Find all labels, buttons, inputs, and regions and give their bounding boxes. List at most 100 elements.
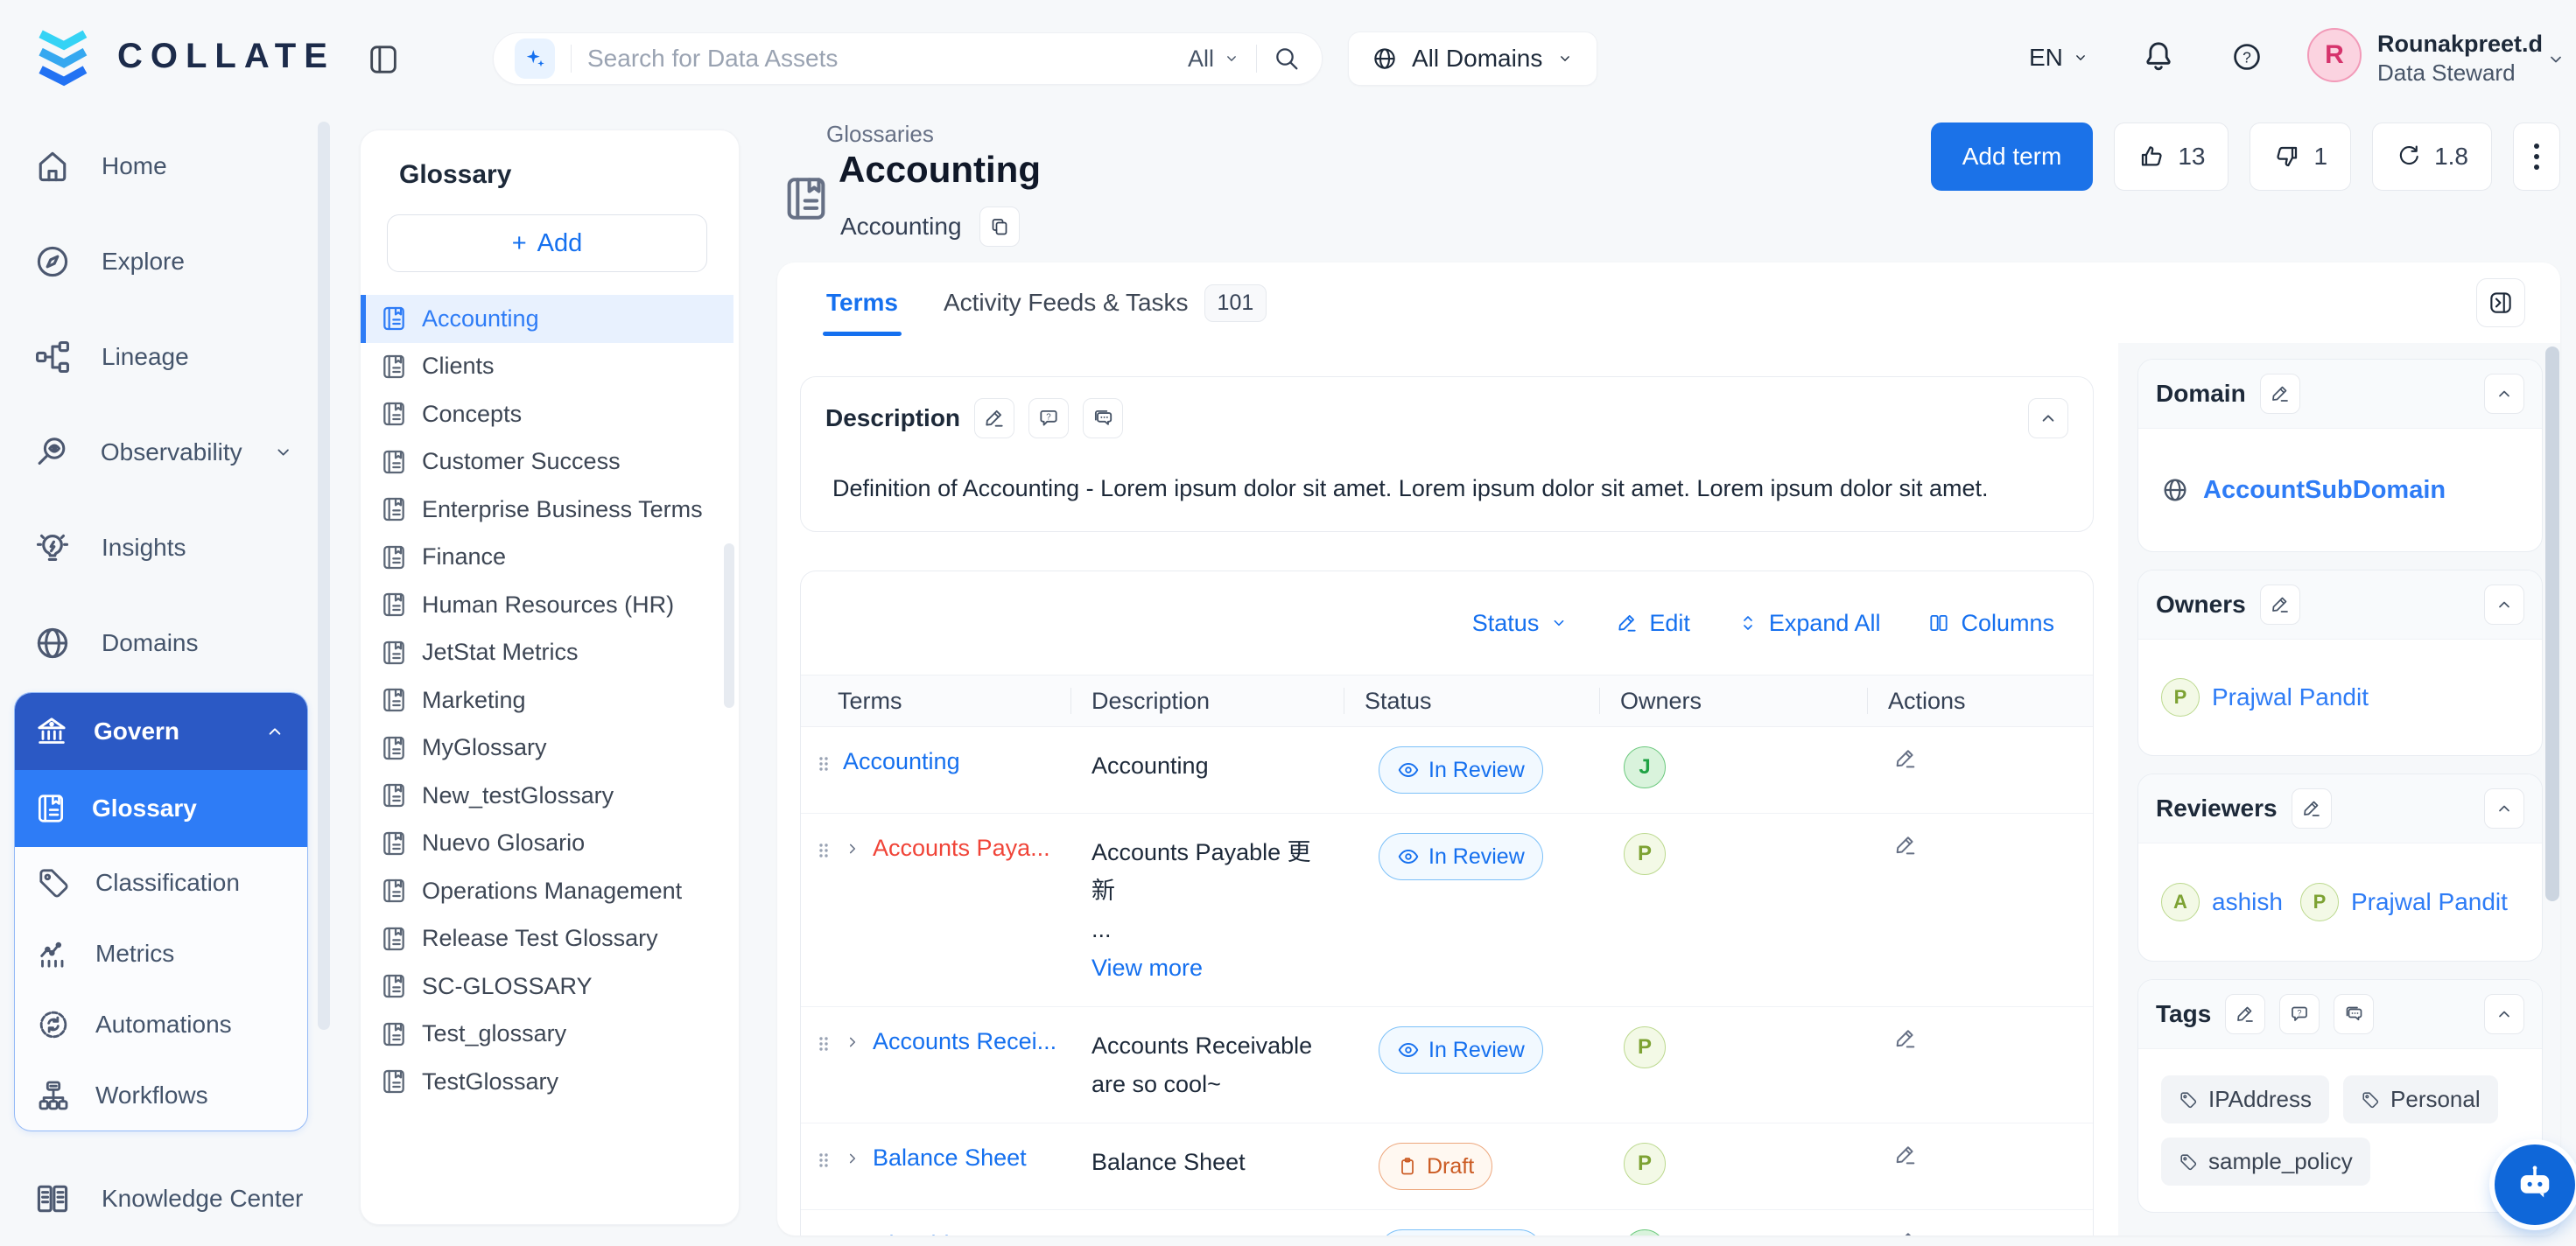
glossary-item[interactable]: MyGlossary xyxy=(361,724,733,773)
status-badge[interactable]: In Review xyxy=(1379,833,1543,880)
edit-term-icon[interactable] xyxy=(1893,1026,1918,1051)
edit-term-icon[interactable] xyxy=(1893,746,1918,771)
glossary-item[interactable]: Clients xyxy=(361,343,733,391)
expand-row-icon[interactable] xyxy=(843,839,862,858)
chevron-down-icon[interactable] xyxy=(272,441,294,464)
copy-button[interactable] xyxy=(979,206,1020,247)
collapse-right-panel-button[interactable] xyxy=(2476,278,2525,327)
sidebar-item-govern[interactable]: Govern xyxy=(15,693,307,770)
edit-owners-button[interactable] xyxy=(2260,584,2300,625)
tag-chip[interactable]: IPAddress xyxy=(2161,1075,2329,1124)
sidebar-item-lineage[interactable]: Lineage xyxy=(0,309,320,404)
glossary-item[interactable]: JetStat Metrics xyxy=(361,629,733,677)
description-conversation-button[interactable] xyxy=(1083,398,1123,438)
column-header-actions[interactable]: Actions xyxy=(1867,676,2093,726)
glossary-item[interactable]: Customer Success xyxy=(361,438,733,486)
glossary-item[interactable]: Test_glossary xyxy=(361,1011,733,1059)
term-link[interactable]: Accounts Recei... xyxy=(873,1028,1056,1055)
status-badge[interactable]: In Review xyxy=(1379,1229,1543,1236)
user-menu-chevron-icon[interactable] xyxy=(2545,49,2566,70)
sidebar-scrollbar[interactable] xyxy=(318,122,330,1030)
add-term-button[interactable]: Add term xyxy=(1931,122,2094,191)
user-menu[interactable]: Rounakpreet.d Data Steward xyxy=(2377,30,2543,88)
drag-handle-icon[interactable] xyxy=(815,1033,832,1054)
tag-chip[interactable]: sample_policy xyxy=(2161,1138,2370,1186)
collate-logo[interactable]: COLLATE xyxy=(30,24,335,88)
glossary-item[interactable]: SC-GLOSSARY xyxy=(361,962,733,1011)
language-dropdown[interactable]: EN xyxy=(2029,44,2089,72)
owner-avatar[interactable]: J xyxy=(1624,746,1666,788)
user-avatar[interactable]: R xyxy=(2307,28,2362,82)
edit-term-icon[interactable] xyxy=(1893,1229,1918,1236)
help-icon[interactable]: ? xyxy=(2230,40,2264,74)
glossary-list-scrollbar[interactable] xyxy=(724,543,734,708)
owner-avatar[interactable]: P xyxy=(1624,1143,1666,1185)
sidebar-item-automations[interactable]: Automations xyxy=(15,989,307,1060)
status-badge[interactable]: In Review xyxy=(1379,746,1543,794)
edit-description-button[interactable] xyxy=(974,398,1014,438)
glossary-item[interactable]: Human Resources (HR) xyxy=(361,581,733,629)
column-header-status[interactable]: Status xyxy=(1344,676,1599,726)
search-scope-dropdown[interactable]: All xyxy=(1188,46,1240,73)
search-input[interactable]: Search for Data Assets xyxy=(587,45,1172,73)
column-header-terms[interactable]: Terms xyxy=(801,676,1070,726)
edit-tags-button[interactable] xyxy=(2225,994,2265,1034)
expand-row-icon[interactable] xyxy=(843,1032,862,1052)
sidebar-item-domains[interactable]: Domains xyxy=(0,595,320,690)
edit-reviewers-button[interactable] xyxy=(2292,788,2332,829)
owner-avatar[interactable]: P xyxy=(1624,833,1666,875)
all-domains-dropdown[interactable]: All Domains xyxy=(1348,32,1597,86)
tag-chip[interactable]: Personal xyxy=(2343,1075,2498,1124)
drag-handle-icon[interactable] xyxy=(815,840,832,861)
chat-bot-button[interactable] xyxy=(2495,1144,2575,1225)
sidebar-item-home[interactable]: Home xyxy=(0,118,320,214)
drag-handle-icon[interactable] xyxy=(815,1150,832,1171)
owner-entry[interactable]: P Prajwal Pandit xyxy=(2161,678,2369,717)
columns-button[interactable]: Columns xyxy=(1927,610,2054,637)
edit-term-icon[interactable] xyxy=(1893,833,1918,858)
reviewer-entry[interactable]: A ashish xyxy=(2161,883,2283,921)
status-filter-dropdown[interactable]: Status xyxy=(1472,610,1569,637)
term-link[interactable]: Balance Sheet xyxy=(873,1144,1027,1172)
glossary-item[interactable]: New_testGlossary xyxy=(361,772,733,820)
tab-activity-feeds[interactable]: Activity Feeds & Tasks 101 xyxy=(944,262,1267,343)
downvote-button[interactable]: 1 xyxy=(2250,122,2351,191)
expand-all-button[interactable]: Expand All xyxy=(1737,610,1881,637)
column-header-description[interactable]: Description xyxy=(1070,676,1344,726)
glossary-item[interactable]: Finance xyxy=(361,534,733,582)
request-description-button[interactable] xyxy=(1028,398,1069,438)
ai-sparkle-icon[interactable] xyxy=(515,38,555,79)
glossary-item[interactable]: Nuevo Glosario xyxy=(361,820,733,868)
collapse-owners-button[interactable] xyxy=(2484,584,2524,625)
sidebar-toggle-icon[interactable] xyxy=(366,42,401,77)
collapse-domain-button[interactable] xyxy=(2484,374,2524,414)
upvote-button[interactable]: 13 xyxy=(2114,122,2229,191)
collapse-description-button[interactable] xyxy=(2028,398,2068,438)
page-scrollbar[interactable] xyxy=(2545,346,2559,901)
edit-term-icon[interactable] xyxy=(1893,1143,1918,1167)
sidebar-item-insights[interactable]: Insights xyxy=(0,500,320,595)
drag-handle-icon[interactable] xyxy=(815,753,832,774)
request-tags-button[interactable] xyxy=(2279,994,2320,1034)
kebab-menu-button[interactable] xyxy=(2513,122,2560,191)
status-badge[interactable]: In Review xyxy=(1379,1026,1543,1074)
glossary-item[interactable]: Marketing xyxy=(361,676,733,724)
glossary-item[interactable]: Release Test Glossary xyxy=(361,915,733,963)
reviewer-entry[interactable]: P Prajwal Pandit xyxy=(2300,883,2508,921)
sidebar-item-classification[interactable]: Classification xyxy=(15,847,307,918)
sidebar-item-glossary[interactable]: Glossary xyxy=(15,770,307,847)
sidebar-item-metrics[interactable]: Metrics xyxy=(15,918,307,989)
column-header-owners[interactable]: Owners xyxy=(1599,676,1867,726)
search-icon[interactable] xyxy=(1273,45,1301,73)
term-link[interactable]: Card Holder xyxy=(843,1231,971,1236)
sidebar-item-observability[interactable]: Observability xyxy=(0,404,320,500)
glossary-item[interactable]: TestGlossary xyxy=(361,1058,733,1106)
edit-domain-button[interactable] xyxy=(2260,374,2300,414)
view-more-link[interactable]: View more xyxy=(1091,955,1203,981)
tags-conversation-button[interactable] xyxy=(2334,994,2374,1034)
collapse-tags-button[interactable] xyxy=(2484,994,2524,1034)
sidebar-item-knowledge-center[interactable]: Knowledge Center xyxy=(0,1151,320,1246)
owner-avatar[interactable]: J xyxy=(1624,1229,1666,1236)
term-link[interactable]: Accounting xyxy=(843,748,960,775)
edit-table-button[interactable]: Edit xyxy=(1616,610,1690,637)
